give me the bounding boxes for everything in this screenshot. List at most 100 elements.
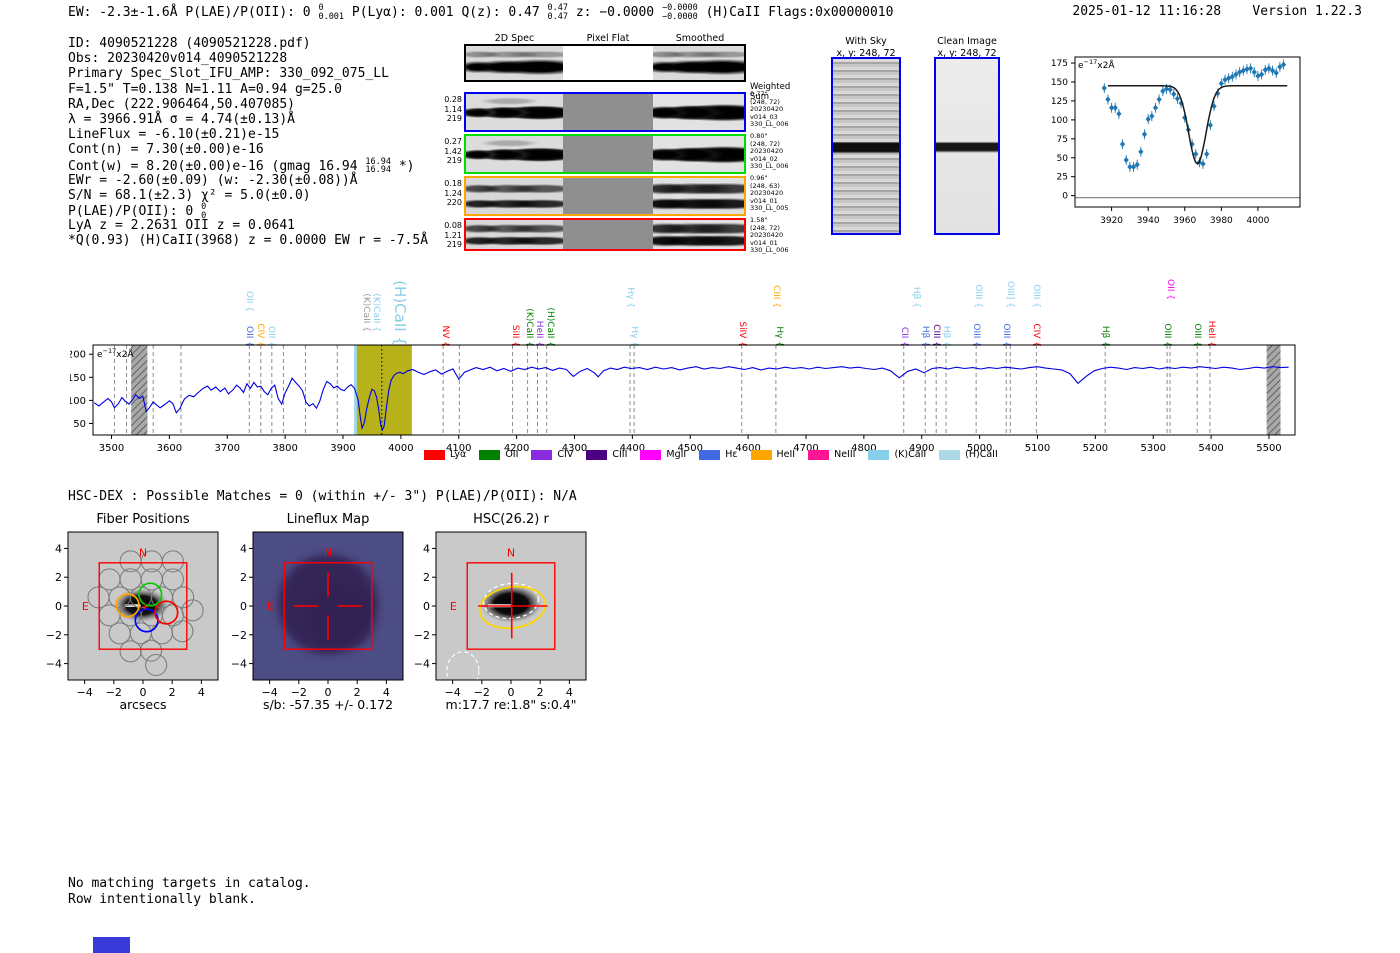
legend-swatch [424,449,445,460]
blue-marker [93,937,130,953]
emission-line-label: OII { [1165,279,1175,300]
full-spectrum-plot: 501001502003500 3600 3700 3800 3900 4000 4100 4… [70,344,1296,454]
y-tick-label: −4 [231,658,247,671]
x-tick-label: 3960 [1173,216,1196,226]
info-line: Cont(n) = 7.30(±0.00)e-16 [68,142,428,157]
spec2d-left-label-line: 0.27 [444,137,462,146]
info-line: Primary Spec_Slot_IFU_AMP: 330_092_075_L… [68,66,428,81]
y-tick-label: 50 [73,419,86,430]
legend-item: NeIII [808,449,855,460]
spec2d-left-label-line: 219 [446,114,462,123]
hsc-cutout-xlabel: m:17.7 re:1.8" s:0.4" [445,697,577,712]
spec2d-row [464,218,746,251]
clean-title-line: Clean Image [937,36,997,47]
spec2d-strip-smooth [653,46,744,80]
x-tick-label: 4000 [1246,216,1269,226]
stacked-fraction: 0.47 0.47 [548,4,568,21]
emission-line-label: Hγ { [625,287,635,308]
data-point [1141,131,1148,138]
text-segment: Cont(n) = 7.30(±0.00)e-16 [68,142,264,158]
legend-swatch [479,449,501,460]
stack-part: 16.94 [365,165,392,175]
legend-item: OII [479,449,518,460]
report-version: Version 1.22.3 [1252,4,1362,19]
x-tick-label: 4000 [388,443,413,454]
text-segment: (H)CaII Flags:0x00000010 [697,5,894,20]
x-tick-label: 3920 [1100,216,1123,226]
y-tick-label: 75 [1057,135,1068,145]
axes-box [1074,56,1301,208]
stack-part: 0.001 [318,11,345,22]
x-tick-label: 5500 [1256,443,1281,454]
data-point [1101,84,1107,92]
text-segment: P(Lyα): 0.001 Q(z): 0.47 [344,5,548,20]
legend-item: Hε [699,449,738,460]
fiber-positions-plot: NE−4−4−2−2002244 [46,531,219,699]
legend-item: MgII [640,449,686,460]
catalog-note-line2: Row intentionally blank. [68,891,256,907]
emission-line-label: (K)CaII { [371,293,381,332]
emission-line-label: Hβ { [911,286,921,308]
spec2d-left-label-line: 0.28 [444,95,462,104]
y-tick-label: 4 [55,542,62,555]
y-tick-label: 2 [423,571,430,584]
spec2d-right-labels: 1.58" (248, 72) 20230420 v014_01 330_LL_006 [750,216,810,255]
text-segment: S/N = 68.1(±2.3) χ² = 5.0(±0.0) [68,187,311,203]
legend-swatch [750,449,772,460]
lineflux-map-title: Lineflux Map [286,512,370,527]
x-tick-label: 3940 [1137,216,1160,226]
data-point [1251,69,1257,76]
spec2d-row [464,134,746,174]
spec2d-left-label-line: 219 [446,240,462,249]
legend-item: (K)CaII [868,449,926,460]
legend-swatch [699,449,721,460]
emission-line-label: OII { [244,291,254,312]
y-tick-label: 2 [240,571,247,584]
header-meta: 2025-01-12 11:16:28 Version 1.22.3 [1072,4,1362,19]
y-tick-label: 125 [1051,97,1068,107]
spec2d-strip-left [466,136,563,172]
legend-label: HeII [776,449,796,460]
report-datetime: 2025-01-12 11:16:28 [1072,4,1222,19]
emission-line-label: OIII { [1031,284,1041,308]
data-point [1248,65,1254,72]
stacked-fraction: −0.0000 −0.0000 [662,4,698,21]
legend-item: Lyα [424,449,466,460]
col-header-smoothed: Smoothed [675,33,725,44]
text-segment: LyA z = 2.2631 OII z = 0.0641 [68,218,295,234]
x-tick-label: 3980 [1210,216,1233,226]
legend-label: (K)CaII [894,449,927,460]
text-segment: *Q(0.93) (H)CaII(3968) z = 0.0000 EW r =… [68,233,429,249]
compass-east-label: E [82,600,89,613]
legend-swatch [531,449,553,460]
spec2d-left-label-line: 1.21 [444,230,462,240]
x-tick-label: 3700 [215,443,240,454]
legend-item: CIV [531,449,573,460]
info-line: λ = 3966.91Å σ = 4.74(±0.13)Å [68,112,428,127]
weighted-label-line1: Weighted [750,82,791,92]
y-tick-label: 4 [423,542,430,555]
legend-item: (H)CaII [939,449,998,460]
y-tick-label: 100 [1051,116,1068,126]
y-tick-label: −4 [46,658,62,671]
text-segment: LineFlux = -6.10(±0.21)e-15 [68,127,280,143]
y-tick-label: −2 [46,629,62,642]
compass-north-label: N [139,546,147,559]
col-header-2dspec: 2D Spec [494,33,535,44]
spec2d-strip-smooth [653,136,744,172]
spec2d-right-label-line: 330_LL_006 [750,246,789,255]
data-point [1119,141,1126,148]
y-tick-label: 150 [1051,78,1068,88]
spec2d-row [464,92,746,132]
spec2d-strip-flat [563,220,653,249]
data-point [1116,110,1122,117]
clean-title: Clean Image x, y: 248, 72 [924,36,1010,59]
ann-sup: −17 [1083,58,1098,66]
compass-north-label: N [507,546,515,559]
y-tick-label: 4 [240,542,247,555]
masked-band-hatch [1266,345,1281,435]
gaussian-fit-line [1107,85,1288,165]
ann-sup: −17 [102,347,117,355]
emission-line-label: (H)CaII { [391,280,409,346]
y-tick-label: 0 [423,600,430,613]
